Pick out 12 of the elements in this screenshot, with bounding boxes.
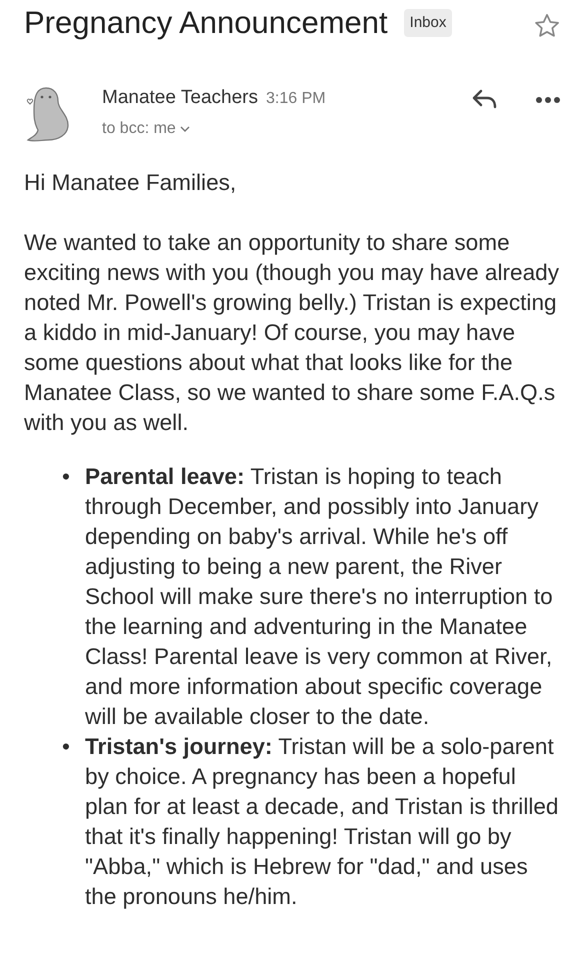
greeting-text: Hi Manatee Families,	[24, 169, 238, 197]
bullet-item: Tristan's journey: Tristan will be a solo-parent by choice. A pregnancy has been a hopeful plan for at least a decade, and Tristan is thrilled that it's finally happening! Tristan will go by "Abba," which is Hebrew for "dad," and uses the pronouns he/him.	[85, 733, 560, 911]
chevron-down-icon	[180, 124, 190, 132]
sender-name: Manatee Teachers	[102, 86, 258, 110]
body-paragraph: We wanted to take an opportunity to share some exciting news with you (though you may have already noted Mr. Powell's growing belly.) Tristan is expecting a kiddo in mid-January! Of course, you may have some questions about what that looks like for the Manatee Class, so we wanted to share some F.A.Q.s with you as well.	[24, 229, 560, 437]
bullet-item: Parental leave: Tristan is hoping to teach through December, and possibly into January depending on baby's arrival. While he's off adjusting to being a new parent, the River School will make sure there's no interruption to the learning and adventuring in the Manatee Class! Parental leave is very common at River, and more information about specific coverage will be available closer to the date.	[85, 463, 554, 731]
recipients-toggle[interactable]: to bcc: me	[102, 116, 190, 140]
bullet-marker: •	[62, 463, 71, 491]
email-subject: Pregnancy Announcement	[24, 4, 388, 42]
inbox-label[interactable]: Inbox	[404, 8, 452, 38]
bullet-marker: •	[62, 733, 71, 761]
email-time: 3:16 PM	[266, 89, 326, 109]
